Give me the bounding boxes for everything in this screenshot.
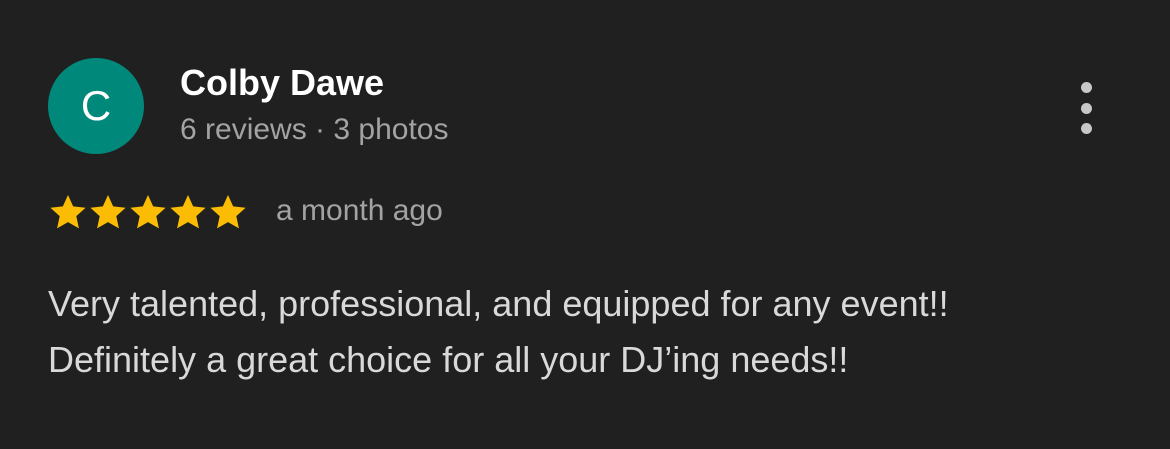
review-text-line: Very talented, professional, and equippe… [48, 283, 949, 324]
reviewer-name[interactable]: Colby Dawe [180, 62, 384, 104]
review-card: C Colby Dawe 6 reviews · 3 photos a mont… [0, 0, 1170, 449]
star-icon [130, 195, 166, 229]
reviewer-meta: 6 reviews · 3 photos [180, 113, 449, 146]
avatar[interactable]: C [48, 58, 144, 154]
more-vert-icon-dot [1080, 102, 1092, 114]
review-date: a month ago [276, 194, 443, 227]
more-vert-icon-dot [1080, 82, 1092, 93]
more-vert-icon-dot [1080, 123, 1092, 134]
star-icon [170, 195, 206, 229]
more-options-button[interactable] [1066, 78, 1106, 138]
star-rating [48, 192, 248, 232]
review-text: Very talented, professional, and equippe… [48, 276, 1138, 388]
star-icon [90, 195, 126, 229]
star-icon [210, 195, 246, 229]
star-icon [50, 195, 86, 229]
review-text-line: Definitely a great choice for all your D… [48, 339, 849, 380]
avatar-initial: C [80, 82, 112, 129]
